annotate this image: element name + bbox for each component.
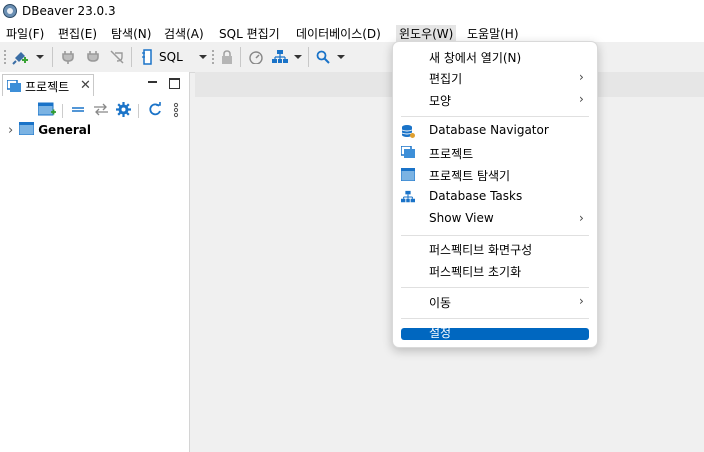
open-in-new-window-item[interactable]: 새 창에서 열기(N) bbox=[393, 46, 597, 68]
menu-item-label: Database Navigator bbox=[429, 123, 549, 137]
toolbar-divider bbox=[52, 47, 53, 67]
dashboard-gauge-icon[interactable] bbox=[247, 49, 265, 65]
menu-bar: 파일(F) 편집(E) 탐색(N) 검색(A) SQL 편집기 데이터베이스(D… bbox=[0, 22, 704, 42]
toolbar-grip[interactable] bbox=[4, 50, 6, 64]
menu-item-label: Show View bbox=[429, 211, 494, 225]
database-navigator-item[interactable]: Database Navigator bbox=[393, 120, 597, 142]
collapse-all-icon[interactable] bbox=[71, 102, 85, 119]
navigation-submenu-item[interactable]: 이동 › bbox=[393, 291, 597, 313]
connect-plug-icon[interactable] bbox=[60, 49, 76, 65]
menu-item-label: 퍼스펙티브 초기화 bbox=[429, 265, 522, 279]
tab-projects[interactable]: 프로젝트 ✕ bbox=[2, 74, 94, 96]
refresh-icon[interactable] bbox=[147, 102, 162, 120]
new-project-icon[interactable] bbox=[37, 102, 56, 121]
projects-tab-label: 프로젝트 bbox=[25, 80, 70, 94]
chevron-right-icon: › bbox=[579, 92, 584, 106]
chevron-right-icon[interactable]: › bbox=[8, 123, 13, 138]
chevron-right-icon: › bbox=[579, 211, 584, 225]
menu-item-label: 설정 bbox=[429, 326, 452, 340]
main-toolbar: SQL bbox=[0, 42, 704, 73]
sql-button-label: SQL bbox=[159, 50, 183, 64]
menu-file[interactable]: 파일(F) bbox=[6, 25, 44, 42]
menu-window[interactable]: 윈도우(W) bbox=[396, 25, 457, 42]
menu-item-label: 편집기 bbox=[429, 72, 463, 86]
menu-edit[interactable]: 편집(E) bbox=[58, 25, 97, 42]
menu-item-label: 모양 bbox=[429, 94, 452, 108]
sql-editor-button[interactable]: SQL bbox=[141, 49, 193, 65]
menu-item-label: Database Tasks bbox=[429, 189, 523, 203]
dbeaver-logo-icon bbox=[3, 4, 17, 18]
menu-separator bbox=[401, 116, 589, 117]
database-tasks-item[interactable]: Database Tasks bbox=[393, 186, 597, 208]
tasks-network-icon bbox=[401, 190, 415, 207]
chevron-down-icon[interactable] bbox=[35, 49, 45, 65]
maximize-icon[interactable] bbox=[169, 78, 180, 89]
close-icon[interactable]: ✕ bbox=[80, 78, 91, 93]
lock-icon[interactable] bbox=[219, 49, 235, 65]
toolbar-divider bbox=[62, 104, 63, 118]
chevron-right-icon: › bbox=[579, 294, 584, 308]
title-bar: DBeaver 23.0.3 bbox=[0, 0, 704, 22]
menu-sql-editor[interactable]: SQL 편집기 bbox=[219, 25, 280, 42]
menu-help[interactable]: 도움말(H) bbox=[467, 25, 519, 42]
customize-perspective-item[interactable]: 퍼스펙티브 화면구성 bbox=[393, 238, 597, 260]
folder-icon bbox=[18, 121, 35, 138]
chevron-right-icon: › bbox=[579, 70, 584, 84]
menu-item-label: 새 창에서 열기(N) bbox=[429, 51, 522, 65]
preferences-item[interactable]: 설정 bbox=[393, 322, 597, 344]
chevron-down-icon[interactable] bbox=[293, 49, 303, 65]
tree-item-label: General bbox=[38, 123, 92, 137]
tree-item-general[interactable]: › General bbox=[8, 121, 92, 138]
invalidate-connection-icon[interactable] bbox=[109, 49, 125, 65]
projects-icon bbox=[6, 79, 21, 95]
chevron-down-icon[interactable] bbox=[336, 49, 346, 65]
toolbar-divider bbox=[138, 104, 139, 118]
toolbar-divider bbox=[240, 47, 241, 67]
editor-submenu-item[interactable]: 편집기 › bbox=[393, 67, 597, 89]
more-options-icon[interactable] bbox=[173, 102, 179, 121]
show-view-submenu-item[interactable]: Show View › bbox=[393, 208, 597, 230]
toolbar-grip[interactable] bbox=[212, 50, 214, 64]
project-explorer-item[interactable]: 프로젝트 탐색기 bbox=[393, 164, 597, 186]
appearance-submenu-item[interactable]: 모양 › bbox=[393, 89, 597, 111]
menu-item-label: 이동 bbox=[429, 296, 452, 310]
reset-perspective-item[interactable]: 퍼스펙티브 초기화 bbox=[393, 260, 597, 282]
database-navigator-icon bbox=[401, 124, 415, 141]
menu-item-label: 프로젝트 bbox=[429, 147, 474, 161]
menu-item-label: 퍼스펙티브 화면구성 bbox=[429, 243, 533, 257]
menu-separator bbox=[401, 235, 589, 236]
menu-database[interactable]: 데이터베이스(D) bbox=[296, 25, 381, 42]
menu-separator bbox=[401, 287, 589, 288]
toolbar-divider bbox=[131, 47, 132, 67]
projects-item[interactable]: 프로젝트 bbox=[393, 142, 597, 164]
projects-icon bbox=[400, 145, 415, 161]
window-menu-dropdown: 새 창에서 열기(N) 편집기 › 모양 › Database Navigato… bbox=[392, 41, 598, 348]
new-connection-icon[interactable] bbox=[11, 49, 29, 65]
disconnect-plug-icon[interactable] bbox=[85, 49, 101, 65]
menu-item-label: 프로젝트 탐색기 bbox=[429, 169, 511, 183]
project-panel: 프로젝트 ✕ › General bbox=[0, 72, 190, 452]
folder-icon bbox=[400, 167, 416, 184]
menu-separator bbox=[401, 318, 589, 319]
chevron-down-icon[interactable] bbox=[198, 49, 208, 65]
minimize-icon[interactable] bbox=[148, 81, 157, 83]
gear-icon[interactable] bbox=[116, 102, 131, 120]
tasks-network-icon[interactable] bbox=[271, 49, 289, 65]
search-icon[interactable] bbox=[315, 49, 331, 65]
toolbar-divider bbox=[308, 47, 309, 67]
menu-navigate[interactable]: 탐색(N) bbox=[111, 25, 151, 42]
menu-search[interactable]: 검색(A) bbox=[164, 25, 204, 42]
link-with-editor-icon[interactable] bbox=[93, 102, 109, 119]
window-title: DBeaver 23.0.3 bbox=[22, 4, 116, 18]
